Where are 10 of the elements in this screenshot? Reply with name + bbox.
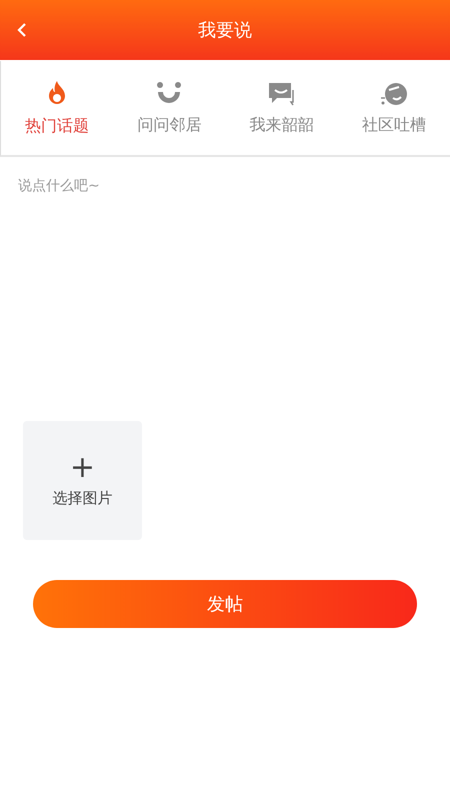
category-tab[interactable]: 问问邻居 xyxy=(113,61,226,155)
category-tab[interactable]: 社区吐槽 xyxy=(338,61,450,155)
post-button[interactable]: 发帖 xyxy=(33,580,417,628)
back-icon xyxy=(17,22,27,38)
image-picker-button[interactable]: + 选择图片 xyxy=(23,421,142,540)
chat-icon xyxy=(266,80,297,106)
page-title: 我要说 xyxy=(198,19,252,42)
category-tab[interactable]: 热门话题 xyxy=(1,61,114,155)
face-icon xyxy=(378,80,409,106)
category-tab[interactable]: 我来韶韶 xyxy=(226,61,338,155)
